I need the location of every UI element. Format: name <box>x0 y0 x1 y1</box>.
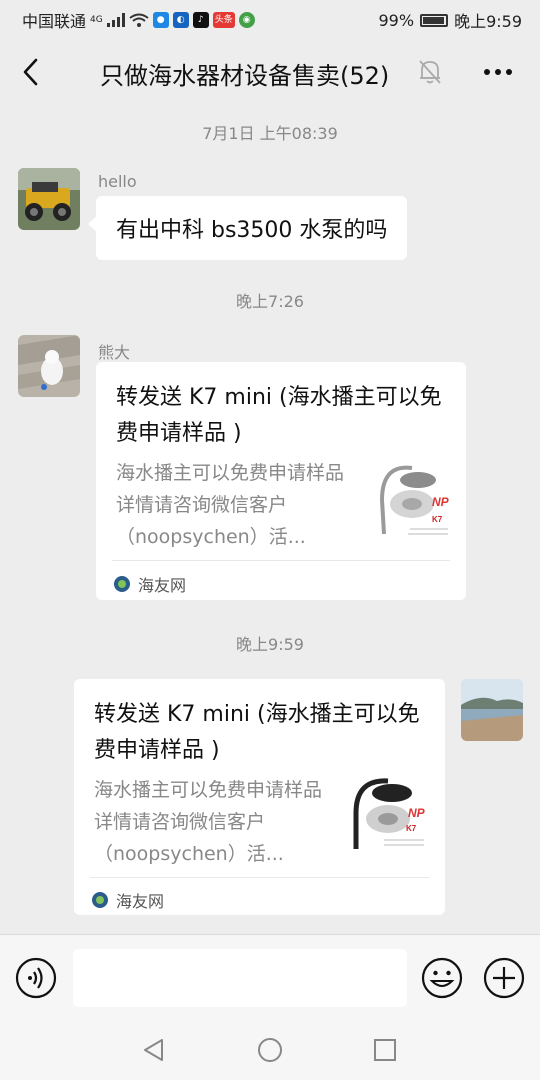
beach-photo-icon <box>461 679 523 741</box>
card-title: 转发送 K7 mini (海水播主可以免费申请样品 ) <box>94 702 420 763</box>
thumb-brand: NP <box>408 806 426 820</box>
thumb-model: K7 <box>406 824 417 833</box>
carrier-label: 中国联通 <box>22 12 87 31</box>
location-app-icon: ◉ <box>238 12 255 28</box>
triangle-back-icon[interactable] <box>141 1037 167 1063</box>
message-input[interactable] <box>73 949 407 1007</box>
dog-photo-icon <box>18 335 80 397</box>
chevron-left-icon[interactable] <box>14 54 50 90</box>
timestamp: 晚上9:59 <box>236 635 304 654</box>
card-thumbnail: NP K7 <box>346 773 428 855</box>
card-description: 海水播主可以免费申请样品详情请咨询微信客户（noopsychen）活... <box>94 779 323 865</box>
link-card[interactable]: 转发送 K7 mini (海水播主可以免费申请样品 ) 海水播主可以免费申请样品… <box>96 362 466 600</box>
card-description: 海水播主可以免费申请样品详情请咨询微信客户（noopsychen）活... <box>116 462 345 548</box>
battery-icon <box>420 13 449 27</box>
card-divider <box>90 877 429 878</box>
card-source: 海友网 <box>92 888 164 912</box>
status-bar: 中国联通 4G ● ◐ ♪ 头条 ◉ 99% 晚上9:59 <box>0 0 540 36</box>
source-logo-icon <box>92 892 108 908</box>
tiktok-app-icon: ♪ <box>192 12 209 28</box>
battery-percent: 99% <box>378 10 415 30</box>
signal-icon <box>106 13 125 27</box>
plus-icon[interactable] <box>483 957 525 999</box>
sender-name: hello <box>98 172 137 191</box>
system-nav-bar <box>0 1020 540 1080</box>
timestamp: 7月1日 上午08:39 <box>202 124 338 143</box>
toutiao-app-icon: 头条 <box>212 12 235 28</box>
source-logo-icon <box>114 576 130 592</box>
bell-muted-icon <box>419 60 441 84</box>
card-divider <box>112 560 450 561</box>
sender-name: 熊大 <box>98 343 131 362</box>
clock: 晚上9:59 <box>454 12 522 31</box>
network-label: 4G <box>90 15 103 25</box>
message-bubble[interactable]: 有出中科 bs3500 水泵的吗 <box>87 196 408 260</box>
emoji-icon[interactable] <box>421 957 463 999</box>
pump-product-icon: NP K7 <box>346 773 428 855</box>
chat-header: 只做海水器材设备售卖(52) <box>0 36 540 108</box>
link-card-self[interactable]: 转发送 K7 mini (海水播主可以免费申请样品 ) 海水播主可以免费申请样品… <box>74 679 445 915</box>
timestamp: 晚上7:26 <box>236 292 304 311</box>
shield-app-icon: ● <box>152 12 169 28</box>
avatar-self[interactable] <box>461 679 523 741</box>
source-name: 海友网 <box>116 892 165 911</box>
square-recents-icon[interactable] <box>372 1037 398 1063</box>
avatar-xiongda[interactable] <box>18 335 80 397</box>
thumb-brand: NP <box>432 495 450 509</box>
circle-home-icon[interactable] <box>257 1037 283 1063</box>
input-bar <box>0 934 540 1020</box>
card-title: 转发送 K7 mini (海水播主可以免费申请样品 ) <box>116 385 442 446</box>
source-name: 海友网 <box>138 576 187 595</box>
voice-icon[interactable] <box>15 957 57 999</box>
thumb-model: K7 <box>432 515 443 524</box>
avatar-hello[interactable] <box>18 168 80 230</box>
chat-title: 只做海水器材设备售卖(52) <box>100 62 390 90</box>
jeep-photo-icon <box>18 168 80 230</box>
pump-product-icon: NP K7 <box>370 460 452 542</box>
card-source: 海友网 <box>114 572 186 596</box>
wifi-icon <box>129 13 149 27</box>
security-app-icon: ◐ <box>172 12 189 28</box>
more-dots-icon[interactable] <box>482 58 514 86</box>
card-thumbnail: NP K7 <box>370 460 452 542</box>
